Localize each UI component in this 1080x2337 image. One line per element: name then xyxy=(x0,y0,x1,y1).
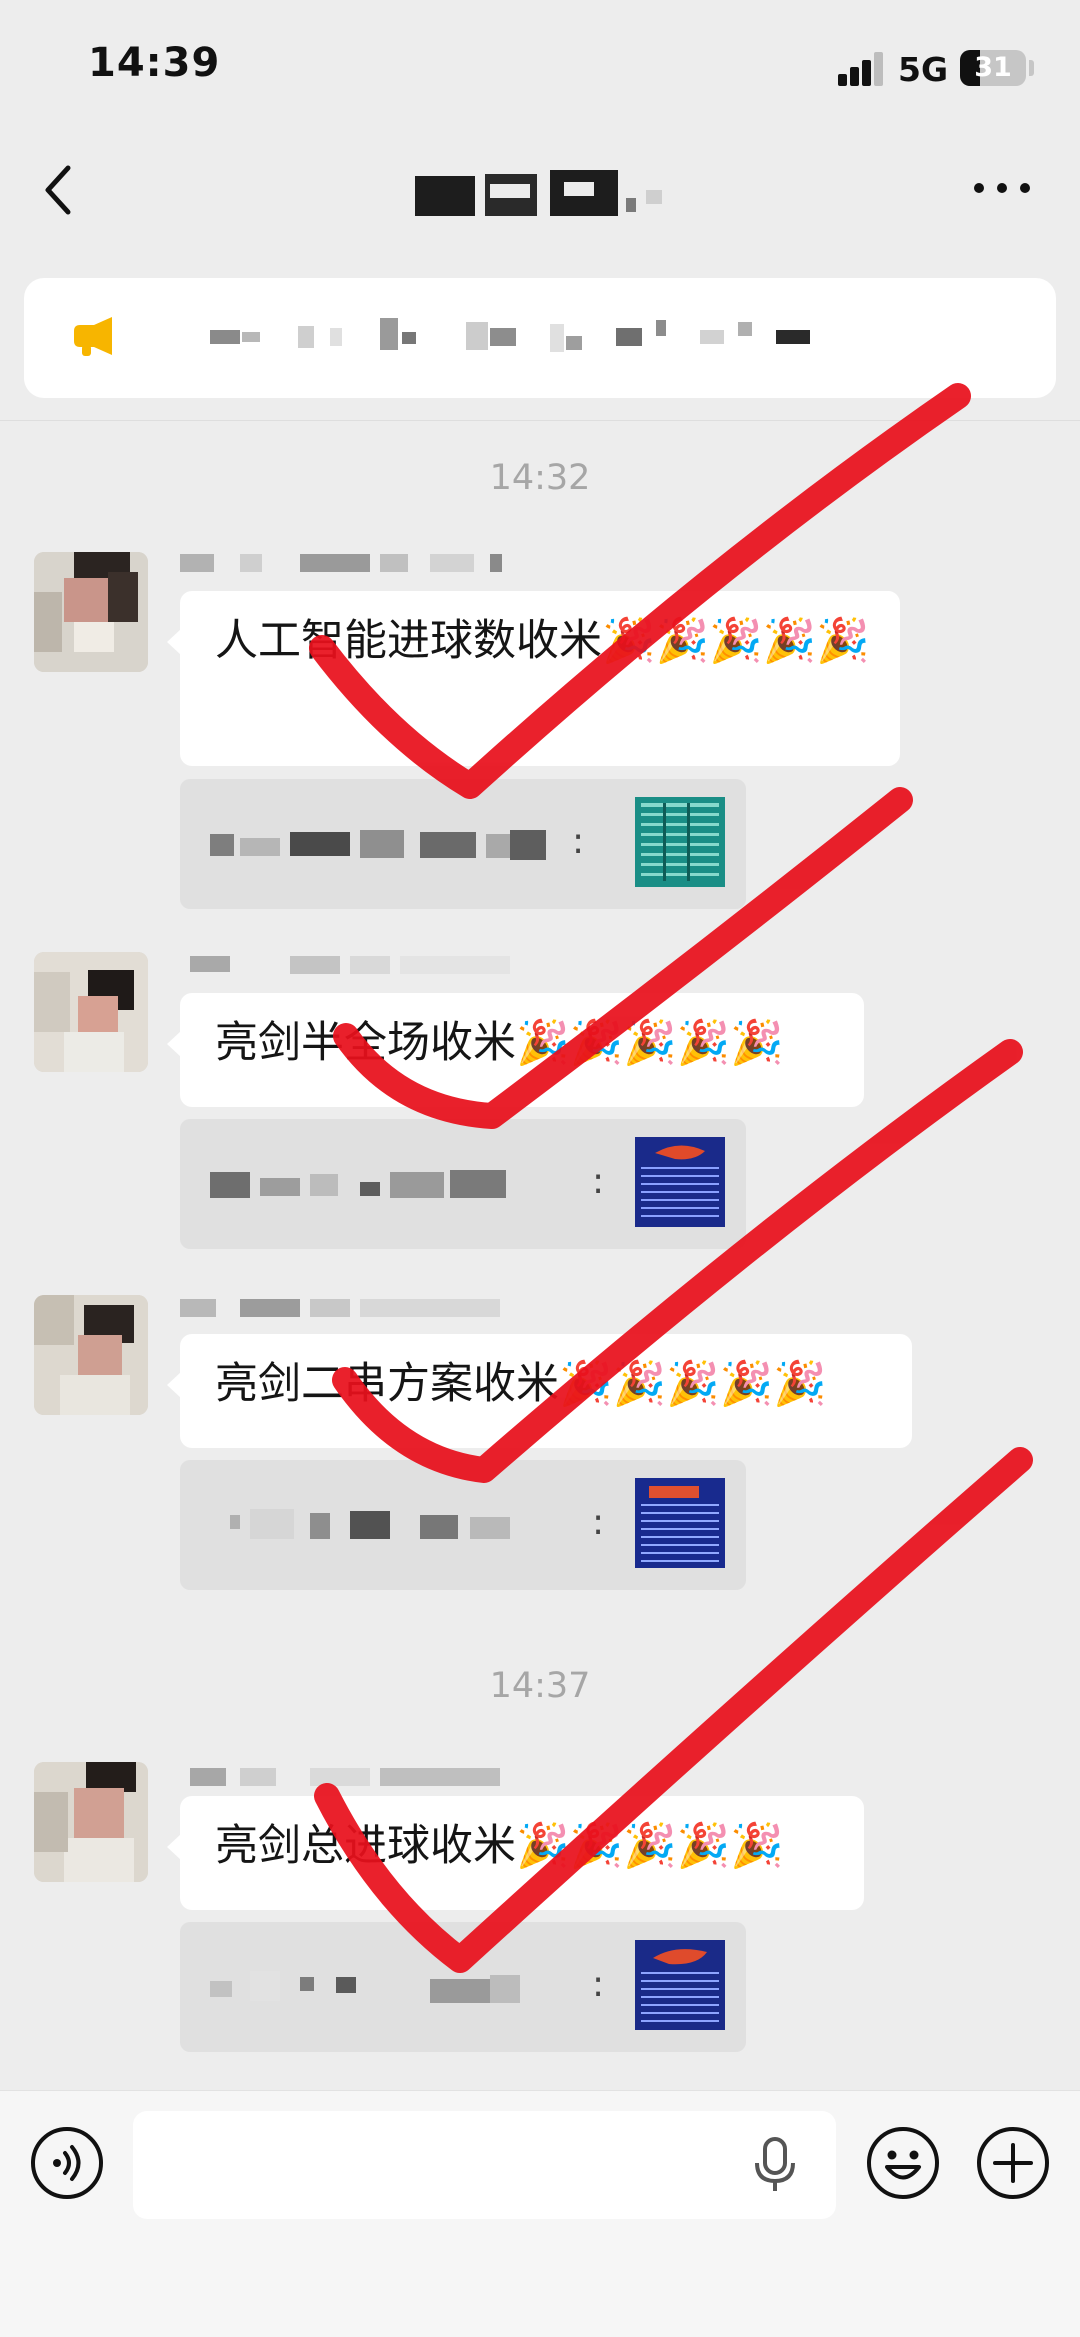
chevron-left-icon xyxy=(45,165,71,215)
title-mosaic xyxy=(415,170,662,216)
plus-button[interactable] xyxy=(976,2126,1050,2200)
sender-name xyxy=(180,548,540,578)
message-text: 亮剑总进球收米🎉🎉🎉🎉🎉 xyxy=(215,1821,784,1871)
quote-colon: : xyxy=(592,1502,605,1543)
divider xyxy=(0,420,1080,421)
status-time: 14:39 xyxy=(88,40,221,86)
megaphone-icon xyxy=(68,315,122,359)
battery-tip xyxy=(1029,60,1034,76)
quote-colon: : xyxy=(572,821,585,862)
timestamp: 14:32 xyxy=(489,458,591,498)
notice-text xyxy=(170,308,960,366)
voice-button[interactable] xyxy=(30,2126,104,2200)
quoted-message[interactable]: : xyxy=(180,1460,746,1590)
back-button[interactable] xyxy=(40,160,80,220)
avatar[interactable] xyxy=(34,1295,148,1415)
quoted-message[interactable]: : xyxy=(180,1119,746,1249)
message-text: 亮剑二串方案收米🎉🎉🎉🎉🎉 xyxy=(215,1359,827,1409)
notice-mosaic xyxy=(210,318,810,352)
voice-icon xyxy=(31,2127,103,2199)
image-thumbnail[interactable] xyxy=(635,1940,725,2030)
battery-level: 31 xyxy=(974,52,1012,83)
sender-name xyxy=(180,950,540,980)
message-bubble[interactable]: 人工智能进球数收米🎉🎉🎉🎉🎉 xyxy=(167,591,900,766)
avatar[interactable] xyxy=(34,552,148,672)
timestamp: 14:37 xyxy=(489,1666,591,1706)
battery-icon: 31 xyxy=(960,50,1026,86)
image-thumbnail[interactable] xyxy=(635,1478,725,1568)
avatar[interactable] xyxy=(34,952,148,1072)
microphone-icon[interactable] xyxy=(750,2135,800,2195)
emoji-button[interactable] xyxy=(866,2126,940,2200)
network-type: 5G xyxy=(898,50,949,89)
signal-icon xyxy=(838,52,884,86)
message-text: 人工智能进球数收米🎉🎉🎉🎉🎉 xyxy=(215,616,870,666)
plus-icon xyxy=(977,2127,1049,2199)
sender-name xyxy=(180,1762,540,1792)
emoji-icon xyxy=(867,2127,939,2199)
message-text: 亮剑半全场收米🎉🎉🎉🎉🎉 xyxy=(215,1018,784,1068)
avatar[interactable] xyxy=(34,1762,148,1882)
quoted-message[interactable]: : xyxy=(180,1922,746,2052)
message-input[interactable] xyxy=(133,2111,836,2219)
chat-title xyxy=(380,160,710,220)
message-bubble[interactable]: 亮剑半全场收米🎉🎉🎉🎉🎉 xyxy=(167,993,864,1107)
more-button[interactable] xyxy=(974,180,1030,196)
image-thumbnail[interactable] xyxy=(635,1137,725,1227)
image-thumbnail[interactable] xyxy=(635,797,725,887)
quoted-message[interactable]: : xyxy=(180,779,746,909)
message-bubble[interactable]: 亮剑总进球收米🎉🎉🎉🎉🎉 xyxy=(167,1796,864,1910)
quote-colon: : xyxy=(592,1964,605,2005)
sender-name xyxy=(180,1293,540,1323)
message-bubble[interactable]: 亮剑二串方案收米🎉🎉🎉🎉🎉 xyxy=(167,1334,912,1448)
quote-colon: : xyxy=(592,1161,605,1202)
